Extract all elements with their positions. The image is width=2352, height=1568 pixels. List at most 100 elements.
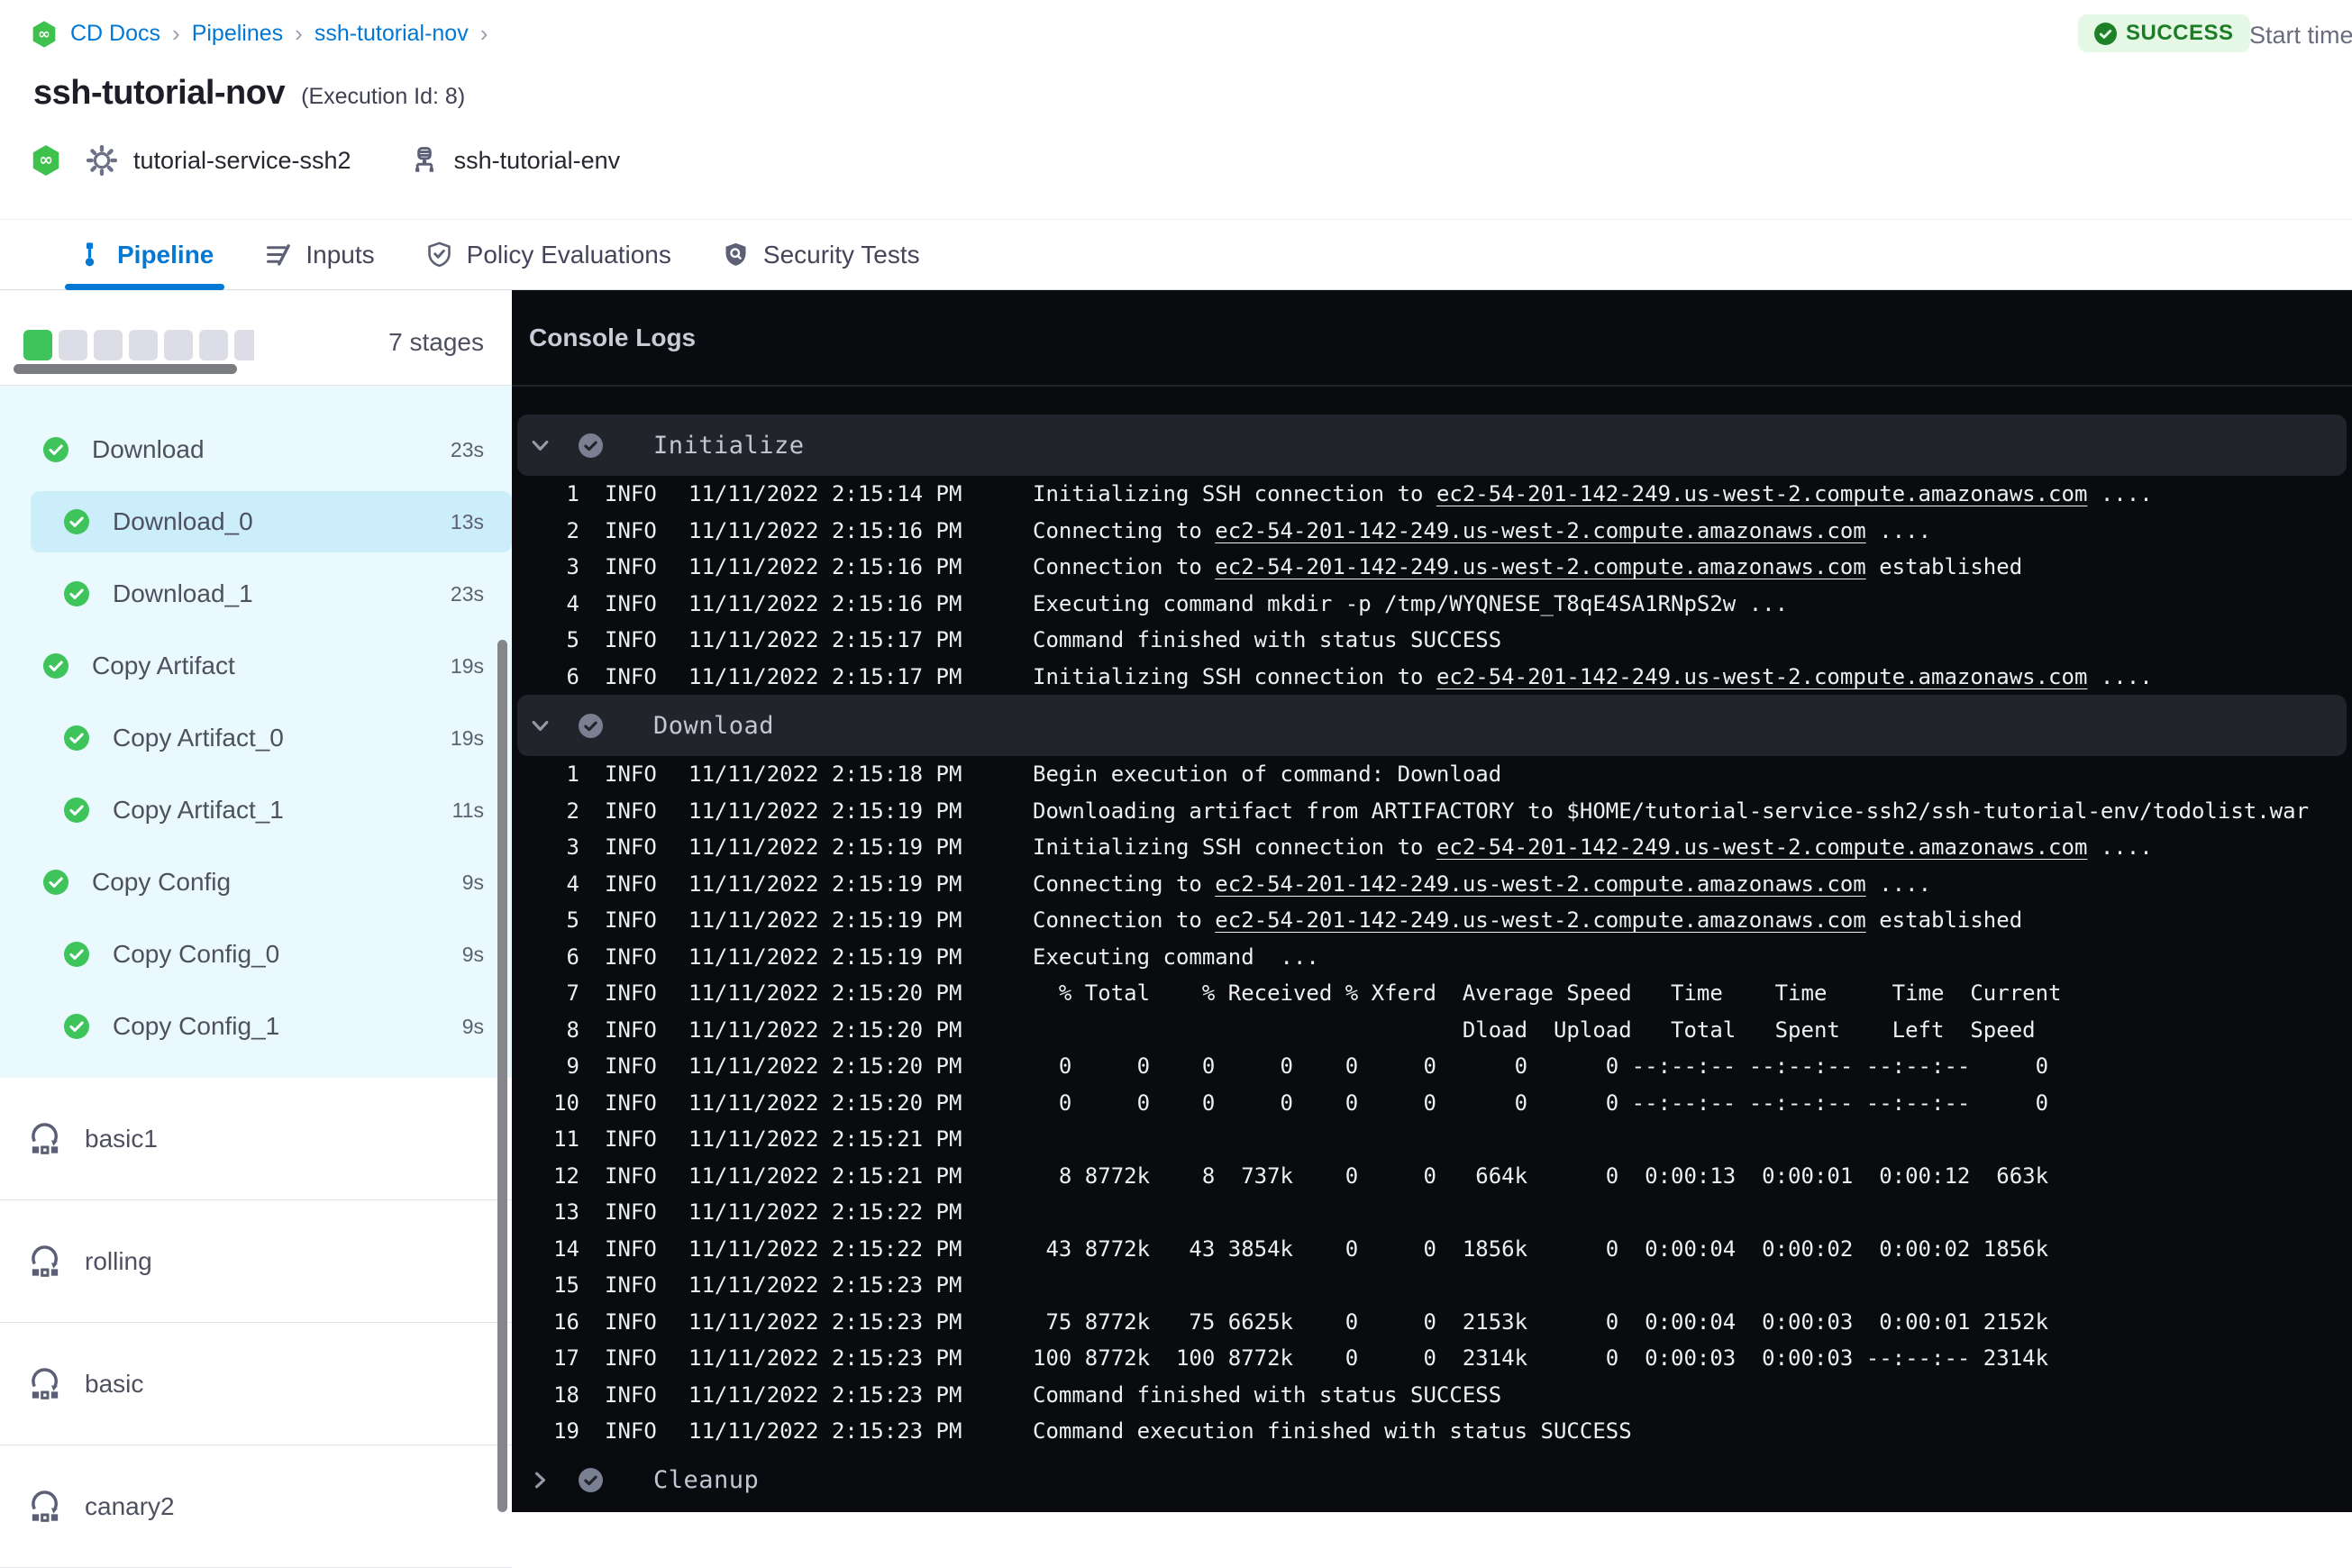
log-section-header[interactable]: Cleanup <box>517 1450 2347 1511</box>
log-section-header[interactable]: Download <box>517 695 2347 756</box>
log-line-number: 16 <box>553 1308 579 1335</box>
page-header: ∞ CD Docs › Pipelines › ssh-tutorial-nov › SU… <box>0 0 2352 219</box>
tab[interactable]: Policy Evaluations <box>425 220 671 289</box>
log-level: INFO <box>605 1308 657 1335</box>
breadcrumb-separator: › <box>295 20 303 47</box>
log-text: Connection to <box>1033 907 1216 934</box>
stage-duration: 9s <box>461 870 484 894</box>
log-timestamp: 11/11/2022 2:15:19 PM <box>688 798 962 824</box>
stage-row[interactable]: Copy Artifact_0 19s <box>0 702 512 774</box>
stage-row[interactable]: Copy Config_0 9s <box>0 918 512 990</box>
log-section-header[interactable]: Initialize <box>517 415 2347 476</box>
log-level: INFO <box>605 1272 657 1299</box>
tab[interactable]: Security Tests <box>722 220 920 289</box>
log-level: INFO <box>605 1126 657 1153</box>
log-line: 9 INFO 11/11/2022 2:15:20 PM 0 0 0 0 0 0… <box>512 1048 2352 1085</box>
breadcrumb-link[interactable]: ssh-tutorial-nov <box>315 21 469 47</box>
rollback-stage-item[interactable]: canary2 <box>0 1445 512 1568</box>
rollback-stage-item[interactable]: rolling <box>0 1200 512 1323</box>
log-line: 3 INFO 11/11/2022 2:15:19 PM Initializin… <box>512 829 2352 866</box>
security-icon <box>722 241 750 269</box>
minimap-scrollbar[interactable] <box>14 364 237 374</box>
log-line-number: 18 <box>553 1381 579 1408</box>
log-level: INFO <box>605 1345 657 1372</box>
status-label: SUCCESS <box>2126 21 2234 45</box>
success-check-icon <box>2094 22 2117 45</box>
log-timestamp: 11/11/2022 2:15:21 PM <box>688 1126 962 1153</box>
log-message: Connecting to ec2-54-201-142-249.us-west… <box>1033 518 2352 543</box>
minimap-stage-square <box>164 330 193 360</box>
stage-success-check-icon <box>64 725 89 751</box>
log-text: 43 8772k 43 3854k 0 0 1856k 0 0:00:04 0:… <box>1033 1235 2049 1262</box>
log-text: 8 8772k 8 737k 0 0 664k 0 0:00:13 0:00:0… <box>1033 1162 2049 1189</box>
log-line: 10 INFO 11/11/2022 2:15:20 PM 0 0 0 0 0 … <box>512 1085 2352 1122</box>
rollback-stage-label: rolling <box>85 1246 152 1275</box>
stage-row[interactable]: Download 23s <box>0 414 512 486</box>
log-link[interactable]: ec2-54-201-142-249.us-west-2.compute.ama… <box>1436 834 2087 860</box>
chevron-down-icon[interactable] <box>528 714 552 738</box>
chevron-down-icon[interactable] <box>528 433 552 458</box>
log-message: 100 8772k 100 8772k 0 0 2314k 0 0:00:03 … <box>1033 1345 2352 1371</box>
tab[interactable]: Inputs <box>264 220 375 289</box>
tab[interactable]: Pipeline <box>64 220 225 290</box>
log-line: 1 INFO 11/11/2022 2:15:18 PM Begin execu… <box>512 756 2352 793</box>
stage-row[interactable]: Copy Artifact_1 11s <box>0 774 512 846</box>
stage-name: Copy Config <box>92 868 232 896</box>
rollback-stage-item[interactable]: basic1 <box>0 1078 512 1200</box>
stage-row[interactable]: Download_1 23s <box>0 558 512 630</box>
log-level: INFO <box>605 1381 657 1408</box>
stage-row[interactable]: Copy Config_1 9s <box>0 990 512 1062</box>
log-message: 75 8772k 75 6625k 0 0 2153k 0 0:00:04 0:… <box>1033 1309 2352 1335</box>
stage-duration: 19s <box>450 653 484 678</box>
log-message: 0 0 0 0 0 0 0 0 --:--:-- --:--:-- --:--:… <box>1033 1090 2352 1116</box>
log-message: 0 0 0 0 0 0 0 0 --:--:-- --:--:-- --:--:… <box>1033 1053 2352 1079</box>
log-message: Executing command mkdir -p /tmp/WYQNESE_… <box>1033 591 2352 616</box>
log-line: 4 INFO 11/11/2022 2:15:16 PM Executing c… <box>512 586 2352 623</box>
console-log-sections: Initialize 1 INFO 11/11/2022 2:15:14 PM … <box>512 415 2352 1511</box>
log-section-lines: 1 INFO 11/11/2022 2:15:14 PM Initializin… <box>512 476 2352 695</box>
log-line: 14 INFO 11/11/2022 2:15:22 PM 43 8772k 4… <box>512 1231 2352 1268</box>
rollback-icon <box>27 1121 63 1157</box>
log-link[interactable]: ec2-54-201-142-249.us-west-2.compute.ama… <box>1215 907 1865 933</box>
stage-row[interactable]: Copy Config 9s <box>0 846 512 918</box>
minimap-stage-square <box>23 330 52 360</box>
log-link[interactable]: ec2-54-201-142-249.us-west-2.compute.ama… <box>1436 481 2087 506</box>
log-line-number: 17 <box>553 1345 579 1372</box>
log-link[interactable]: ec2-54-201-142-249.us-west-2.compute.ama… <box>1215 518 1865 543</box>
start-time-label: Start time <box>2249 22 2352 49</box>
rollback-stage-item[interactable]: basic <box>0 1323 512 1445</box>
chevron-right-icon[interactable] <box>528 1468 552 1492</box>
log-timestamp: 11/11/2022 2:15:19 PM <box>688 944 962 970</box>
log-text: Initializing SSH connection to <box>1033 481 1436 507</box>
rollback-stage-label: canary2 <box>85 1491 175 1520</box>
breadcrumb-link[interactable]: CD Docs <box>70 21 160 47</box>
log-link[interactable]: ec2-54-201-142-249.us-west-2.compute.ama… <box>1215 554 1865 579</box>
breadcrumb-link[interactable]: Pipelines <box>192 21 283 47</box>
log-text: 100 8772k 100 8772k 0 0 2314k 0 0:00:03 … <box>1033 1345 2049 1372</box>
log-message: Command finished with status SUCCESS <box>1033 1382 2352 1408</box>
log-text: .... <box>1865 871 1932 897</box>
log-timestamp: 11/11/2022 2:15:19 PM <box>688 907 962 934</box>
log-message: Connection to ec2-54-201-142-249.us-west… <box>1033 907 2352 933</box>
log-timestamp: 11/11/2022 2:15:16 PM <box>688 517 962 543</box>
log-line-number: 6 <box>566 944 579 970</box>
log-section: Cleanup <box>512 1450 2352 1511</box>
log-link[interactable]: ec2-54-201-142-249.us-west-2.compute.ama… <box>1436 664 2087 689</box>
pipeline-execution-page: ∞ CD Docs › Pipelines › ssh-tutorial-nov › SU… <box>0 0 2352 1568</box>
log-line-number: 10 <box>553 1089 579 1116</box>
log-line: 18 INFO 11/11/2022 2:15:23 PM Command fi… <box>512 1377 2352 1414</box>
log-link[interactable]: ec2-54-201-142-249.us-west-2.compute.ama… <box>1215 871 1865 897</box>
stage-name: Copy Artifact_0 <box>113 724 284 752</box>
stage-success-check-icon <box>64 942 89 967</box>
log-line: 6 INFO 11/11/2022 2:15:19 PM Executing c… <box>512 939 2352 976</box>
log-line-number: 15 <box>553 1272 579 1299</box>
log-text: 75 8772k 75 6625k 0 0 2153k 0 0:00:04 0:… <box>1033 1308 2049 1335</box>
environment-name[interactable]: ssh-tutorial-env <box>454 147 621 175</box>
stage-row[interactable]: Download_0 13s <box>0 486 512 558</box>
cd-module-icon: ∞ <box>32 145 59 176</box>
service-name[interactable]: tutorial-service-ssh2 <box>133 147 351 175</box>
stage-row[interactable]: Copy Artifact 19s <box>0 630 512 702</box>
sidebar-scrollbar[interactable] <box>497 640 507 1512</box>
tab-label: Inputs <box>305 240 375 269</box>
stage-success-check-icon <box>64 509 89 534</box>
